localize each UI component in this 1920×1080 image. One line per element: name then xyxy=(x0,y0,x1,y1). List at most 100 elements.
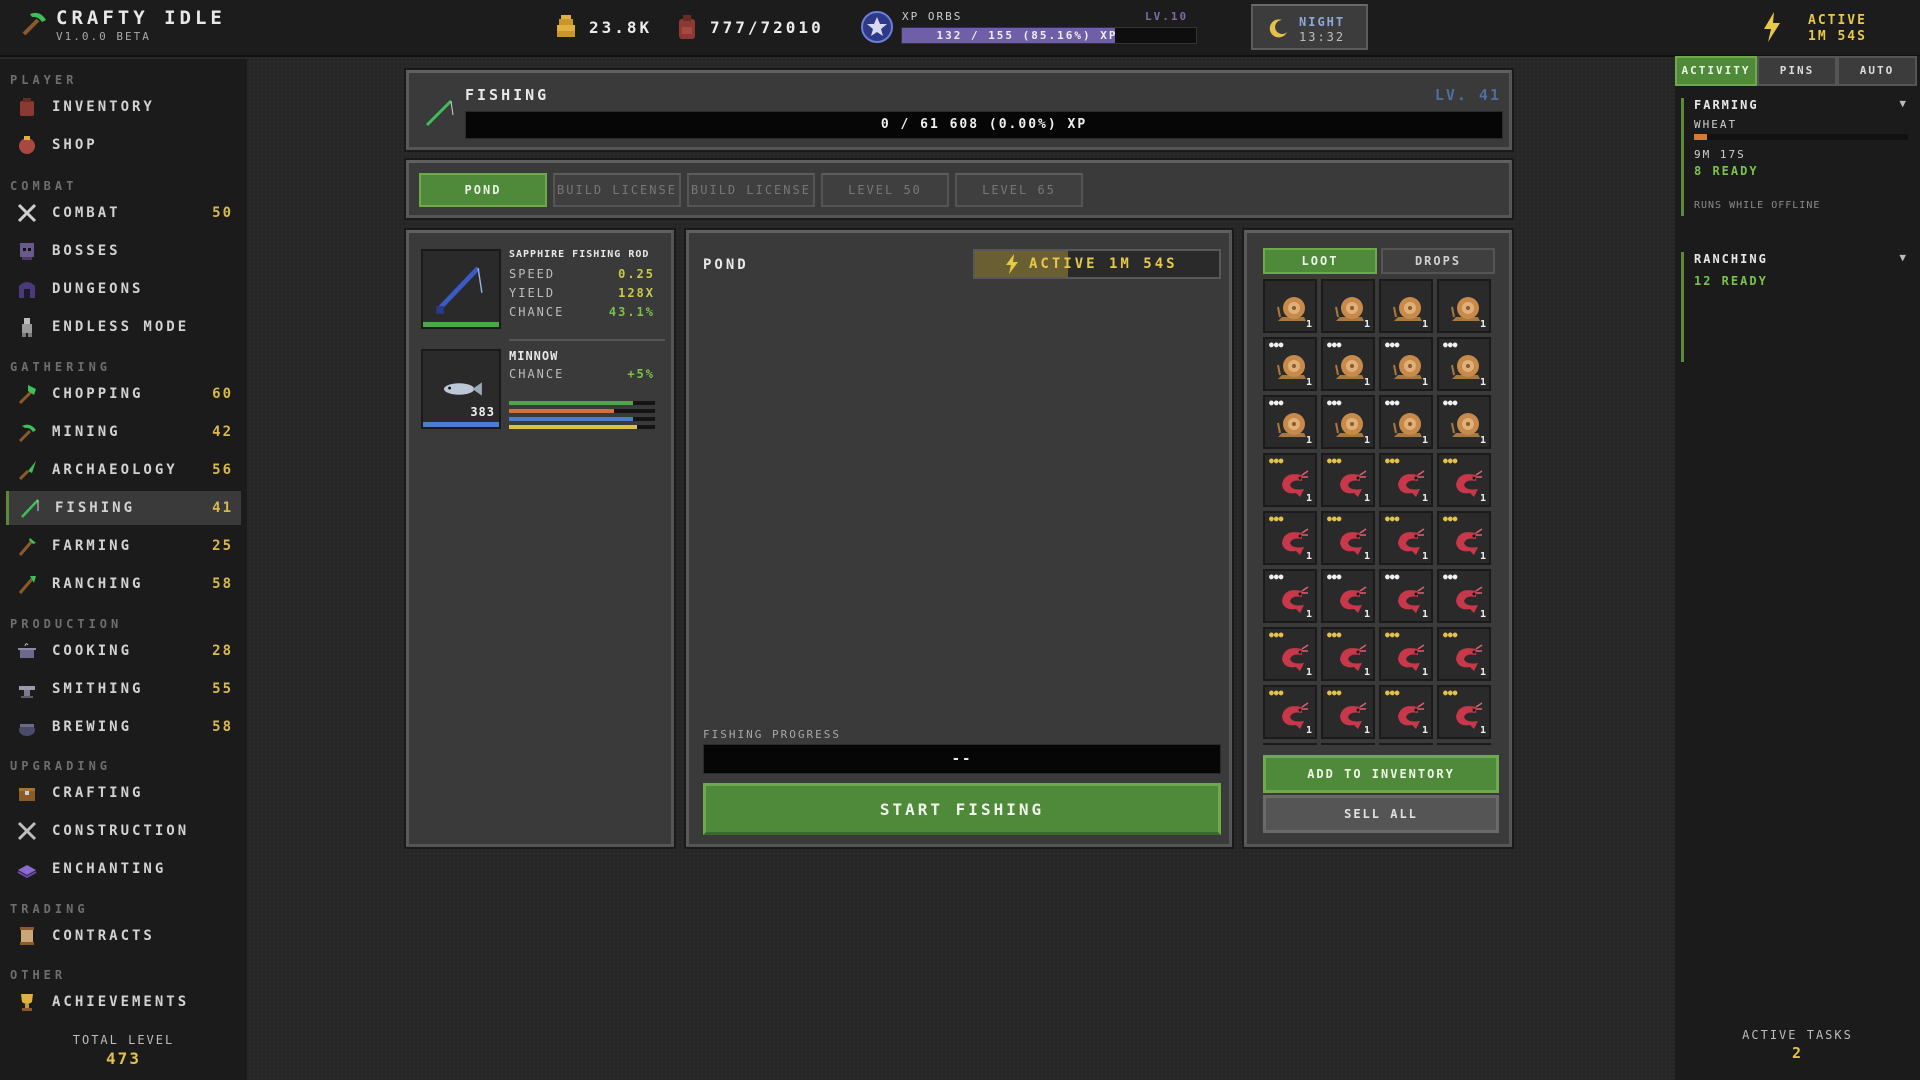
loot-slot[interactable]: 1 xyxy=(1379,279,1433,333)
tab-pond[interactable]: POND xyxy=(419,173,547,207)
snail-icon xyxy=(1451,297,1480,321)
sidebar-item-archaeology[interactable]: ARCHAEOLOGY 56 xyxy=(6,453,241,487)
sell-all-button[interactable]: SELL ALL xyxy=(1263,795,1499,833)
sidebar-item-smithing[interactable]: SMITHING 55 xyxy=(6,672,241,706)
chevron-down-icon[interactable]: ▼ xyxy=(1899,97,1908,110)
loot-slot[interactable]: 1 xyxy=(1321,279,1375,333)
loot-slot[interactable]: ●●● 1 xyxy=(1263,627,1317,681)
loot-slot[interactable]: ●●● 1 xyxy=(1437,453,1491,507)
tab-level-65[interactable]: LEVEL 65 xyxy=(955,173,1083,207)
loot-slot[interactable]: 1 xyxy=(1437,279,1491,333)
add-to-inventory-button[interactable]: ADD TO INVENTORY xyxy=(1263,755,1499,793)
loot-slot[interactable]: ●●● xyxy=(1321,743,1375,745)
loot-slot[interactable]: ●●● 1 xyxy=(1321,395,1375,449)
loot-slot[interactable]: ●●● 1 xyxy=(1437,569,1491,623)
fishing-area-tabs: POND BUILD LICENSE BUILD LICENSE LEVEL 5… xyxy=(406,160,1512,218)
shears-icon xyxy=(18,576,36,594)
sidebar-item-achievements[interactable]: ACHIEVEMENTS xyxy=(6,985,241,1019)
rarity-stars: ●●● xyxy=(1385,398,1400,407)
rarity-stars: ●●● xyxy=(1385,456,1400,465)
rod-slot[interactable] xyxy=(421,249,501,329)
day-night-indicator[interactable]: NIGHT 13:32 xyxy=(1251,4,1368,50)
sidebar-item-endless-mode[interactable]: ENDLESS MODE xyxy=(6,310,241,344)
loot-slot[interactable]: ●●● 1 xyxy=(1379,627,1433,681)
tab-loot[interactable]: LOOT xyxy=(1263,248,1377,274)
sidebar-item-combat[interactable]: COMBAT 50 xyxy=(6,196,241,230)
loot-slot[interactable]: ●●● 1 xyxy=(1437,395,1491,449)
sidebar-item-bosses[interactable]: BOSSES xyxy=(6,234,241,268)
active-tasks-count: 2 xyxy=(1791,1044,1804,1062)
shrimp-icon xyxy=(1340,644,1367,671)
task-farming[interactable]: FARMING ▼ WHEAT 9M 17S 8 READY RUNS WHIL… xyxy=(1681,97,1914,216)
shrimp-icon xyxy=(1398,470,1425,497)
sidebar-item-inventory[interactable]: INVENTORY xyxy=(6,90,241,124)
loot-slot[interactable]: ●●● 1 xyxy=(1379,511,1433,565)
loot-slot[interactable]: 1 xyxy=(1263,279,1317,333)
loot-slot[interactable]: ●●● 1 xyxy=(1321,337,1375,391)
item-quantity: 1 xyxy=(1479,609,1486,620)
game-clock: 13:32 xyxy=(1299,30,1346,44)
sidebar-item-shop[interactable]: SHOP xyxy=(6,128,241,162)
start-fishing-button[interactable]: START FISHING xyxy=(703,783,1221,835)
loot-slot[interactable]: ●●● 1 xyxy=(1379,337,1433,391)
sidebar-item-cooking[interactable]: COOKING 28 xyxy=(6,634,241,668)
loot-slot[interactable]: ●●● 1 xyxy=(1263,395,1317,449)
fishing-area-panel: POND ACTIVE 1M 54S FISHING PROGRESS -- S… xyxy=(686,230,1232,847)
tab-activity[interactable]: ACTIVITY xyxy=(1675,56,1757,86)
sidebar-item-label: BOSSES xyxy=(52,243,121,259)
loot-slot[interactable]: ●●● 1 xyxy=(1321,627,1375,681)
bait-bar xyxy=(423,422,499,427)
loot-slot[interactable]: ●●● xyxy=(1437,743,1491,745)
sidebar-item-dungeons[interactable]: DUNGEONS xyxy=(6,272,241,306)
loot-slot[interactable]: ●●● xyxy=(1263,743,1317,745)
sidebar-item-crafting[interactable]: CRAFTING xyxy=(6,776,241,810)
bait-slot[interactable]: 383 xyxy=(421,349,501,429)
tab-auto[interactable]: AUTO xyxy=(1837,56,1917,86)
loot-slot[interactable]: ●●● 1 xyxy=(1321,685,1375,739)
sidebar-item-farming[interactable]: FARMING 25 xyxy=(6,529,241,563)
sidebar-item-construction[interactable]: CONSTRUCTION xyxy=(6,814,241,848)
rarity-stars: ●●● xyxy=(1385,572,1400,581)
loot-slot[interactable]: ●●● 1 xyxy=(1379,395,1433,449)
loot-slot[interactable]: ●●● 1 xyxy=(1321,569,1375,623)
sidebar-item-contracts[interactable]: CONTRACTS xyxy=(6,919,241,953)
tab-level-50[interactable]: LEVEL 50 xyxy=(821,173,949,207)
loot-slot[interactable]: ●●● 1 xyxy=(1437,337,1491,391)
shrimp-icon xyxy=(1282,586,1309,613)
loot-slot[interactable]: ●●● 1 xyxy=(1379,685,1433,739)
sidebar-item-ranching[interactable]: RANCHING 58 xyxy=(6,567,241,601)
loot-slot[interactable]: ●●● 1 xyxy=(1263,337,1317,391)
chevron-down-icon[interactable]: ▼ xyxy=(1899,251,1908,264)
sidebar-item-enchanting[interactable]: ENCHANTING xyxy=(6,852,241,886)
loot-slot[interactable]: ●●● 1 xyxy=(1321,453,1375,507)
item-quantity: 1 xyxy=(1363,319,1370,330)
sidebar-item-level: 55 xyxy=(212,681,233,697)
sidebar-item-fishing[interactable]: FISHING 41 xyxy=(6,491,241,525)
sidebar-item-mining[interactable]: MINING 42 xyxy=(6,415,241,449)
snail-icon xyxy=(1277,355,1306,379)
loot-slot[interactable]: ●●● 1 xyxy=(1437,511,1491,565)
fishing-progress-label: FISHING PROGRESS xyxy=(703,728,841,741)
loot-slot[interactable]: ●●● 1 xyxy=(1263,569,1317,623)
loot-slot[interactable]: ●●● 1 xyxy=(1379,453,1433,507)
loot-slot[interactable]: ●●● 1 xyxy=(1379,569,1433,623)
loot-slot[interactable]: ●●● 1 xyxy=(1321,511,1375,565)
shrimp-icon xyxy=(1282,470,1309,497)
shrimp-icon xyxy=(1456,586,1483,613)
loot-slot[interactable]: ●●● 1 xyxy=(1437,627,1491,681)
tab-build-license-2[interactable]: BUILD LICENSE xyxy=(687,173,815,207)
tab-pins[interactable]: PINS xyxy=(1757,56,1837,86)
tab-drops[interactable]: DROPS xyxy=(1381,248,1495,274)
boss-skull-icon xyxy=(20,243,34,260)
loot-slot[interactable]: ●●● xyxy=(1379,743,1433,745)
stat-label: CHANCE xyxy=(509,367,565,381)
rarity-stars: ●●● xyxy=(1385,688,1400,697)
loot-slot[interactable]: ●●● 1 xyxy=(1437,685,1491,739)
loot-slot[interactable]: ●●● 1 xyxy=(1263,511,1317,565)
loot-slot[interactable]: ●●● 1 xyxy=(1263,685,1317,739)
sidebar-item-brewing[interactable]: BREWING 58 xyxy=(6,710,241,744)
tab-build-license-1[interactable]: BUILD LICENSE xyxy=(553,173,681,207)
sidebar-item-chopping[interactable]: CHOPPING 60 xyxy=(6,377,241,411)
loot-slot[interactable]: ●●● 1 xyxy=(1263,453,1317,507)
task-ranching[interactable]: RANCHING ▼ 12 READY xyxy=(1681,251,1914,362)
